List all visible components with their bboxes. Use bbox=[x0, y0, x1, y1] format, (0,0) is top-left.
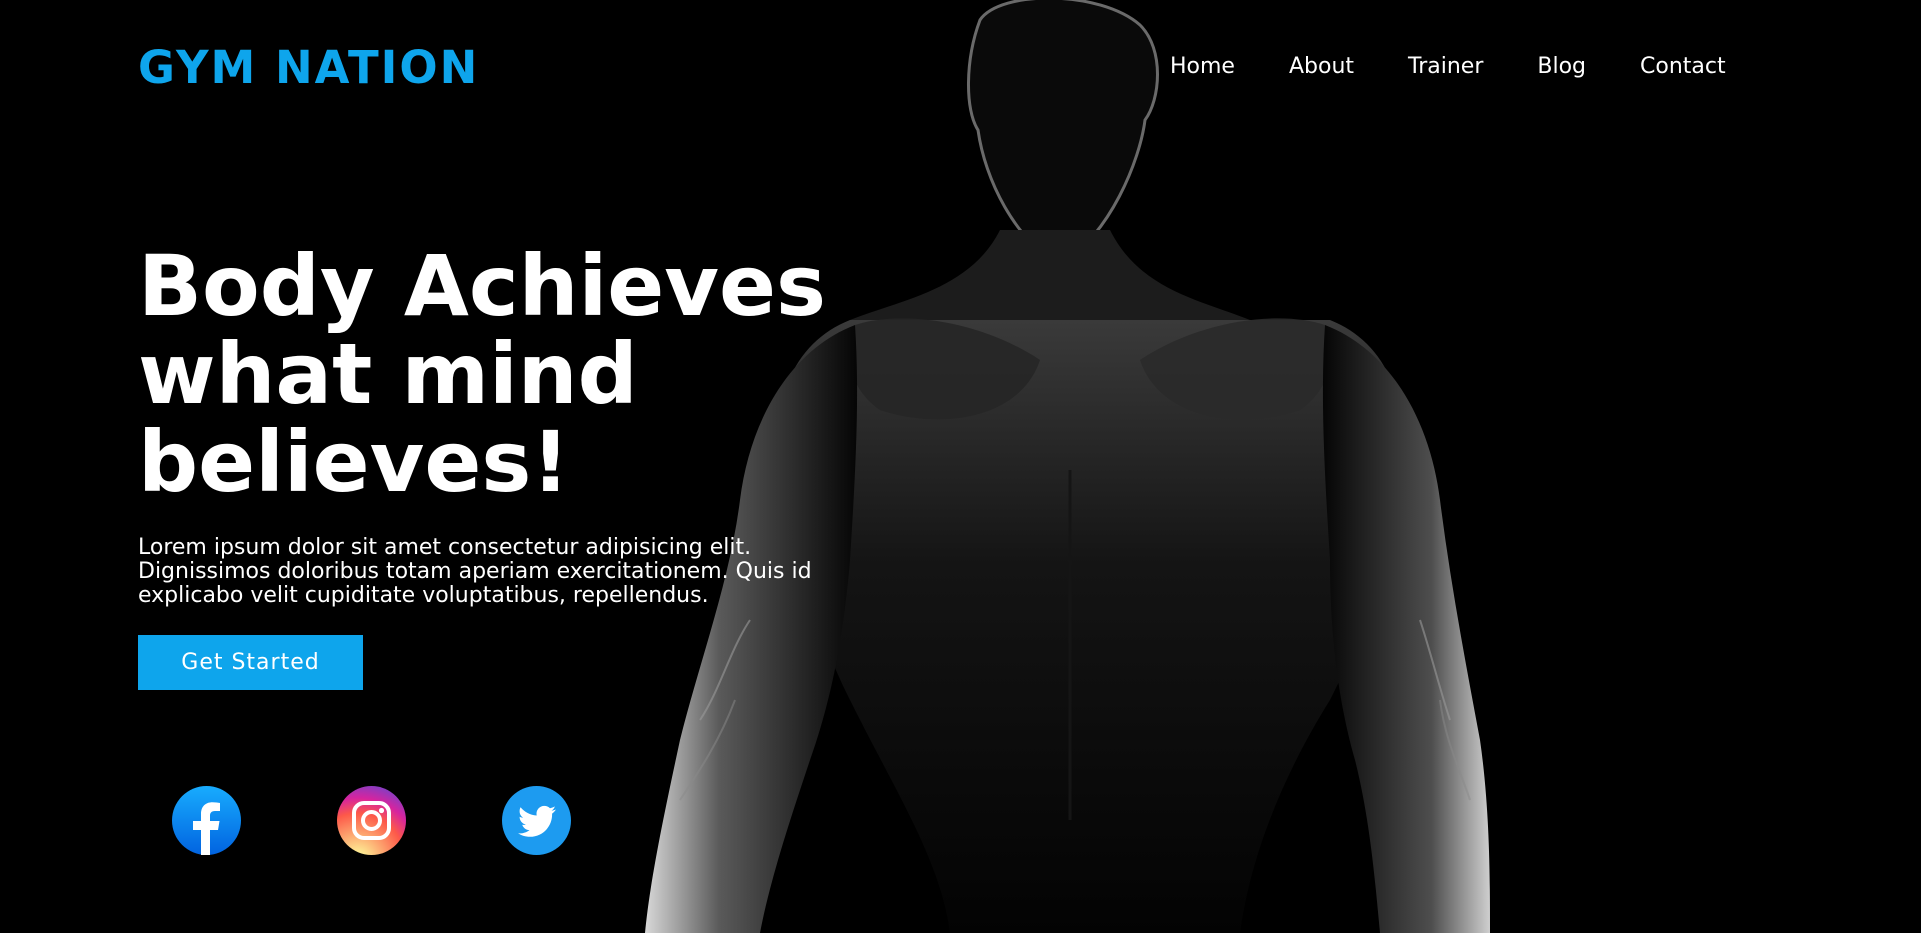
nav-contact-link[interactable]: Contact bbox=[1640, 52, 1726, 82]
hero-headline-line-1: Body Achieves bbox=[138, 237, 826, 335]
hero-description-line-2: Dignissimos doloribus totam aperiam exer… bbox=[138, 559, 812, 584]
nav-about-link[interactable]: About bbox=[1289, 52, 1354, 82]
nav-trainer-link[interactable]: Trainer bbox=[1408, 52, 1483, 82]
hero-description: Lorem ipsum dolor sit amet consectetur a… bbox=[138, 536, 898, 608]
hero-description-line-3: explicabo velit cupiditate voluptatibus,… bbox=[138, 583, 709, 608]
hero-headline-line-3: believes! bbox=[138, 413, 570, 511]
brand-logo[interactable]: GYM NATION bbox=[138, 42, 479, 94]
facebook-icon bbox=[172, 786, 241, 855]
nav-home-link[interactable]: Home bbox=[1170, 52, 1235, 82]
get-started-button[interactable]: Get Started bbox=[138, 635, 363, 690]
hero-headline: Body Achieves what mind believes! bbox=[138, 242, 898, 506]
social-links bbox=[172, 786, 667, 855]
hero-headline-line-2: what mind bbox=[138, 325, 638, 423]
nav-blog-link[interactable]: Blog bbox=[1537, 52, 1586, 82]
instagram-link[interactable] bbox=[337, 786, 406, 855]
hero-description-line-1: Lorem ipsum dolor sit amet consectetur a… bbox=[138, 535, 752, 560]
facebook-link[interactable] bbox=[172, 786, 241, 855]
twitter-icon bbox=[502, 786, 571, 855]
twitter-link[interactable] bbox=[502, 786, 571, 855]
instagram-icon bbox=[337, 786, 406, 855]
hero-section: GYM NATION Home About Trainer Blog Conta… bbox=[0, 0, 1921, 933]
